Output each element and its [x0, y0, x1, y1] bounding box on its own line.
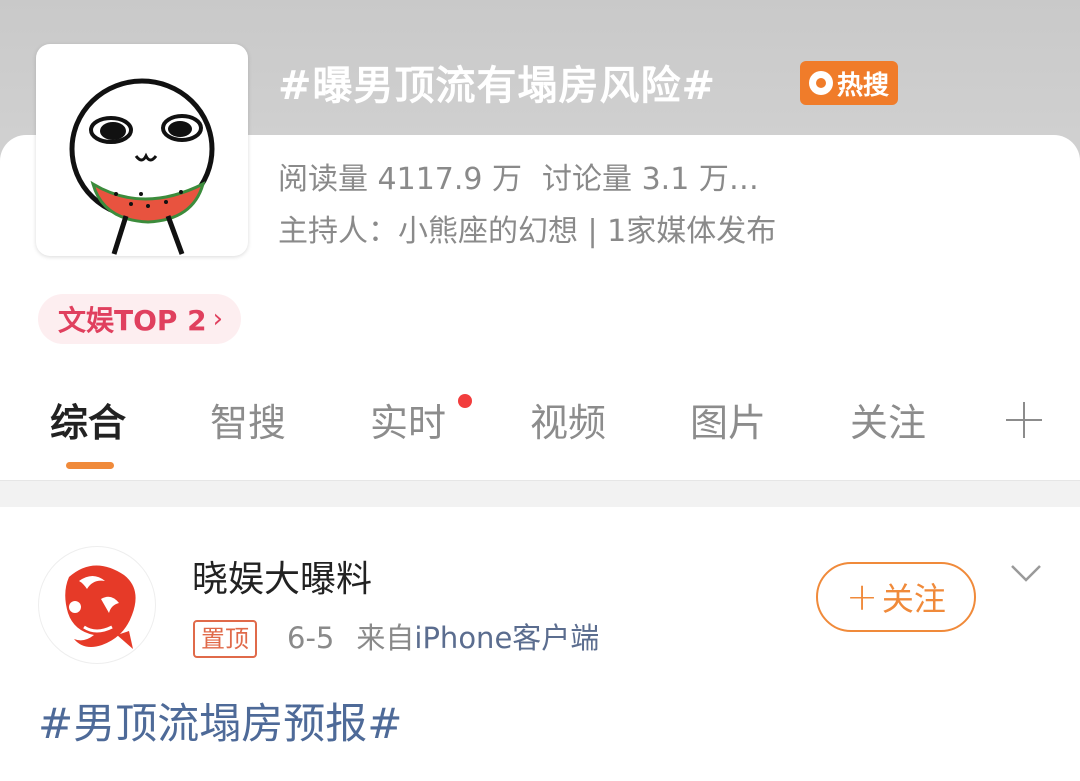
tab-smart-search[interactable]: 智搜	[210, 398, 286, 448]
source-client[interactable]: iPhone客户端	[414, 621, 599, 655]
tab-realtime[interactable]: 实时	[370, 398, 446, 448]
pinned-badge: 置顶	[193, 620, 257, 658]
koi-fish-icon	[41, 549, 153, 661]
plus-icon: +	[846, 575, 878, 619]
follow-label: 关注	[881, 580, 946, 618]
topic-avatar[interactable]	[36, 44, 248, 256]
chevron-down-icon[interactable]	[1008, 556, 1044, 592]
plus-icon[interactable]	[1006, 402, 1042, 438]
active-tab-indicator	[66, 462, 114, 469]
hot-search-label: 热搜	[836, 70, 889, 101]
chevron-right-icon: ›	[212, 304, 224, 334]
discussion-count: 讨论量 3.1 万…	[542, 162, 759, 197]
tab-images[interactable]: 图片	[690, 398, 766, 448]
host-line[interactable]: 主持人：小熊座的幻想 | 1家媒体发布	[278, 212, 776, 252]
section-divider	[0, 480, 1080, 507]
post-date: 6-5	[287, 621, 335, 655]
author-name[interactable]: 晓娱大曝料	[192, 556, 372, 604]
rank-label: 文娱TOP 2	[58, 304, 207, 337]
hot-search-badge[interactable]: 热搜	[800, 61, 898, 105]
tab-video[interactable]: 视频	[530, 398, 606, 448]
read-count: 阅读量 4117.9 万	[278, 162, 523, 197]
topic-stats: 阅读量 4117.9 万讨论量 3.1 万…	[278, 160, 779, 200]
hot-search-icon	[808, 71, 833, 95]
notification-dot	[458, 394, 472, 408]
rank-pill[interactable]: 文娱TOP 2 ›	[38, 294, 242, 344]
follow-button[interactable]: + 关注	[816, 562, 976, 632]
author-avatar[interactable]	[38, 546, 156, 664]
tab-comprehensive[interactable]: 综合	[50, 398, 126, 448]
post-text-hashtag[interactable]: #男顶流塌房预报#	[38, 696, 402, 752]
post-meta: 6-5 来自iPhone客户端	[287, 617, 599, 659]
source-prefix: 来自	[356, 621, 415, 655]
cartoon-face-icon	[69, 78, 215, 255]
topic-title: #曝男顶流有塌房风险#	[278, 63, 717, 109]
tab-following[interactable]: 关注	[850, 398, 926, 448]
